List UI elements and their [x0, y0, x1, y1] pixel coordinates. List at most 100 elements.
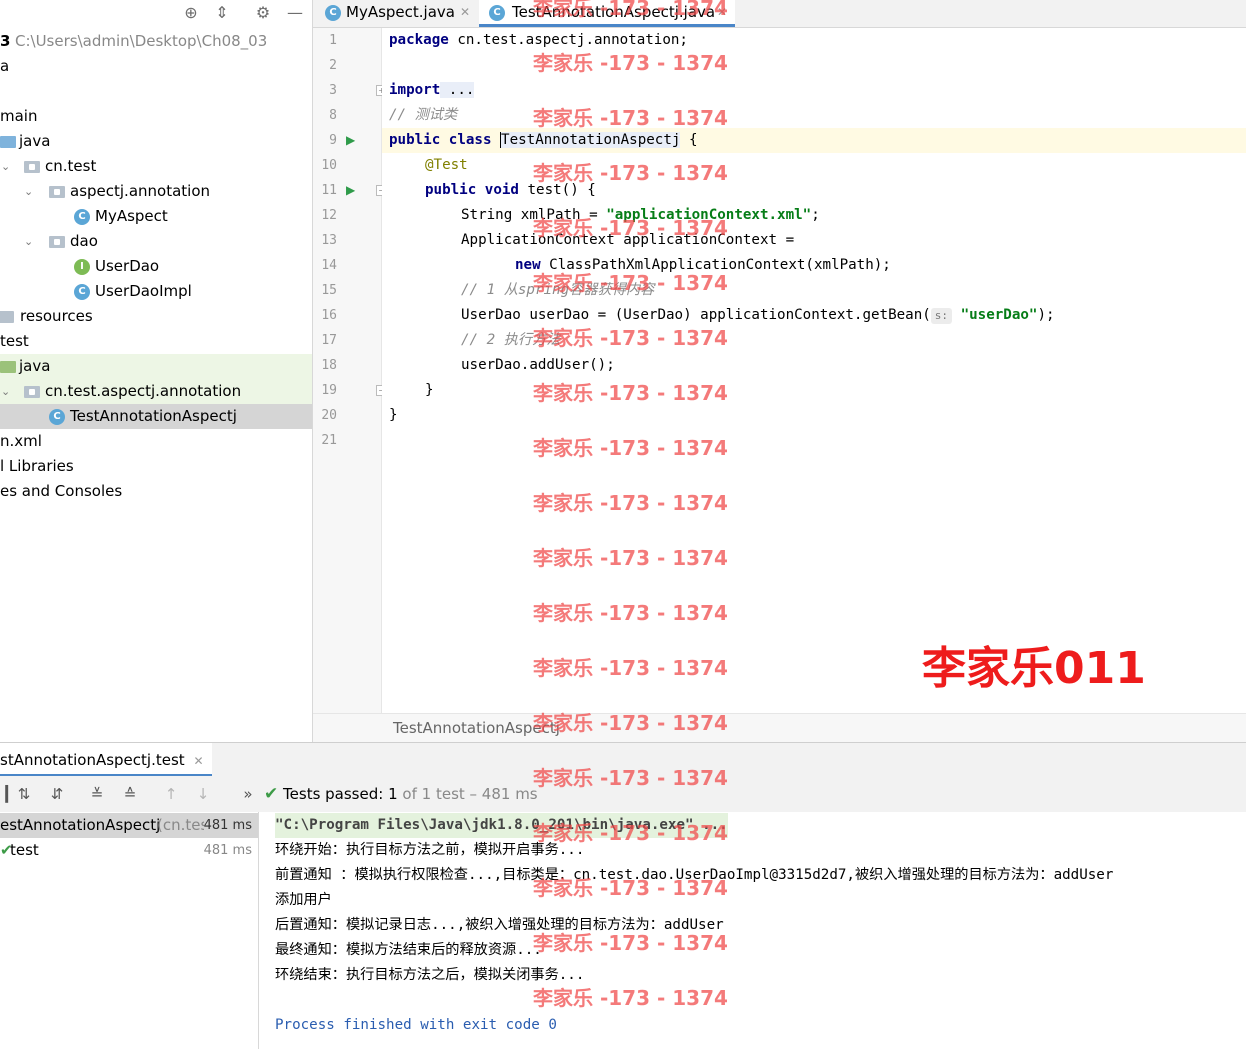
gear-icon[interactable]: ⚙: [252, 2, 274, 24]
tree-item-external-libraries[interactable]: l Libraries: [0, 454, 312, 479]
tree-item-label: resources: [20, 307, 93, 325]
code-text: UserDao userDao = (UserDao) applicationC…: [461, 307, 931, 323]
console-command-line[interactable]: "C:\Program Files\Java\jdk1.8.0_201\bin\…: [275, 813, 728, 838]
collapse-all-icon[interactable]: ⇕: [211, 2, 233, 24]
package-icon: [49, 186, 65, 198]
tree-item-test-java[interactable]: java: [0, 354, 312, 379]
test-class-icon: C: [489, 5, 505, 21]
console-line: 环绕开始：执行目标方法之前，模拟开启事务...: [275, 842, 585, 858]
tree-project-root[interactable]: 3 C:\Users\admin\Desktop\Ch08_03: [0, 29, 312, 54]
test-class-icon: C: [49, 409, 65, 425]
tree-item-scratches[interactable]: es and Consoles: [0, 479, 312, 504]
line-number: 18: [321, 358, 337, 373]
tree-item-test[interactable]: test: [0, 329, 312, 354]
tree-item-java[interactable]: java: [0, 129, 312, 154]
tree-item-userdao[interactable]: I UserDao: [0, 254, 312, 279]
status-label: Tests passed:: [283, 785, 384, 803]
console-output[interactable]: "C:\Program Files\Java\jdk1.8.0_201\bin\…: [259, 812, 1246, 1049]
chevron-down-icon[interactable]: ⌄: [1, 379, 10, 404]
tree-item-label: es and Consoles: [0, 482, 123, 500]
close-icon[interactable]: ✕: [717, 0, 727, 25]
code-line-11: public void test() {: [425, 178, 596, 203]
more-icon[interactable]: »: [237, 783, 259, 805]
console-line: 最终通知：模拟方法结束后的释放资源...: [275, 942, 542, 958]
tree-item-testannotationaspectj[interactable]: C TestAnnotationAspectj: [0, 404, 312, 429]
code-keyword: new: [515, 257, 541, 273]
test-time: 481 ms: [203, 843, 252, 858]
code-line-19: }: [425, 382, 434, 398]
sort-duration-icon[interactable]: ⇵: [46, 783, 68, 805]
line-number: 16: [321, 308, 337, 323]
tree-item-label: cn.test: [45, 157, 97, 175]
class-name[interactable]: TestAnnotationAspectj: [500, 132, 681, 148]
project-toolbar: ⊕ ⇕ ⚙ —: [0, 0, 312, 27]
code-editor[interactable]: package cn.test.aspectj.annotation; impo…: [382, 28, 1246, 713]
project-root-label: 3: [0, 32, 11, 50]
line-number: 8: [329, 108, 337, 123]
code-keyword: public class: [389, 132, 492, 148]
close-icon[interactable]: ✕: [193, 754, 203, 768]
line-number: 14: [321, 258, 337, 273]
chevron-down-icon[interactable]: ⌄: [24, 179, 33, 204]
close-icon[interactable]: ✕: [460, 0, 470, 25]
tree-item-cn-test[interactable]: ⌄ cn.test: [0, 154, 312, 179]
code-line-17: // 2 执行方法: [461, 332, 561, 348]
tree-item-aspectj-annotation[interactable]: ⌄ aspectj.annotation: [0, 179, 312, 204]
tree-item[interactable]: a: [0, 54, 312, 79]
tree-item-label: java: [19, 132, 51, 150]
tab-myaspect[interactable]: C MyAspect.java ✕: [323, 0, 473, 27]
tree-item-resources[interactable]: resources: [0, 304, 312, 329]
folded-imports[interactable]: ...: [440, 82, 475, 98]
tree-item-myaspect[interactable]: C MyAspect: [0, 204, 312, 229]
tree-item-label: cn.test.aspectj.annotation: [45, 382, 242, 400]
breadcrumb[interactable]: TestAnnotationAspectj: [313, 713, 1246, 743]
tree-item-label: MyAspect: [95, 207, 168, 225]
tree-item-test-package[interactable]: ⌄ cn.test.aspectj.annotation: [0, 379, 312, 404]
run-tab[interactable]: stAnnotationAspectj.test ✕: [0, 743, 212, 777]
tree-item-label: dao: [70, 232, 98, 250]
tree-item-pom[interactable]: n.xml: [0, 429, 312, 454]
tree-item-label: UserDaoImpl: [95, 282, 192, 300]
code-text: {: [680, 132, 698, 148]
code-line-12: String xmlPath = "applicationContext.xml…: [461, 203, 820, 228]
collapse-all-icon[interactable]: ≙: [119, 783, 141, 805]
tree-item-label: java: [19, 357, 51, 375]
tree-item-label: TestAnnotationAspectj: [70, 407, 237, 425]
arrow-up-icon[interactable]: ↑: [160, 783, 182, 805]
code-line-18: userDao.addUser();: [461, 357, 615, 373]
chevron-down-icon[interactable]: ⌄: [1, 154, 10, 179]
test-case-label: test: [10, 841, 39, 859]
expand-all-icon[interactable]: ≚: [86, 783, 108, 805]
code-line-20: }: [389, 407, 398, 423]
tree-item-userdaoimpl[interactable]: C UserDaoImpl: [0, 279, 312, 304]
editor-tabs: C MyAspect.java ✕ C TestAnnotationAspect…: [313, 0, 1246, 28]
tree-item-main[interactable]: main: [0, 104, 312, 129]
code-text: String xmlPath =: [461, 207, 607, 223]
tree-item-dao[interactable]: ⌄ dao: [0, 229, 312, 254]
tab-testannotationaspectj[interactable]: C TestAnnotationAspectj.java ✕: [479, 0, 735, 27]
package-icon: [49, 236, 65, 248]
tab-label: TestAnnotationAspectj.java: [512, 3, 716, 21]
test-case-row[interactable]: ✔ test 481 ms: [0, 838, 258, 863]
code-line-15: // 1 从spring容器获得内容: [461, 282, 655, 298]
arrow-down-icon[interactable]: ↓: [192, 783, 214, 805]
sort-alpha-icon[interactable]: ⇅: [13, 783, 35, 805]
run-toolbar: ▎ ⇅ ⇵ ≚ ≙ ↑ ↓ » ✔ Tests passed: 1 of 1 t…: [0, 776, 1246, 813]
run-tab-label: stAnnotationAspectj.test: [0, 751, 185, 769]
project-panel: ⊕ ⇕ ⚙ — 3 C:\Users\admin\Desktop\Ch08_03…: [0, 0, 313, 742]
code-text: ;: [811, 207, 820, 223]
code-line-16: UserDao userDao = (UserDao) applicationC…: [461, 303, 1055, 328]
test-suite-package: (cn.tes: [157, 816, 209, 834]
minimize-icon[interactable]: —: [284, 2, 306, 24]
run-class-icon[interactable]: ▶: [346, 128, 355, 153]
run-test-icon[interactable]: ▶: [346, 178, 355, 203]
breadcrumb-item[interactable]: TestAnnotationAspectj: [393, 714, 560, 743]
locate-icon[interactable]: ⊕: [180, 2, 202, 24]
line-number: 15: [321, 283, 337, 298]
chevron-down-icon[interactable]: ⌄: [24, 229, 33, 254]
test-suite-row[interactable]: estAnnotationAspectj (cn.tes 481 ms: [0, 813, 258, 838]
line-number: 13: [321, 233, 337, 248]
code-line-9: public class TestAnnotationAspectj {: [389, 128, 698, 153]
line-number: 9: [329, 133, 337, 148]
code-string: "applicationContext.xml": [606, 207, 812, 223]
